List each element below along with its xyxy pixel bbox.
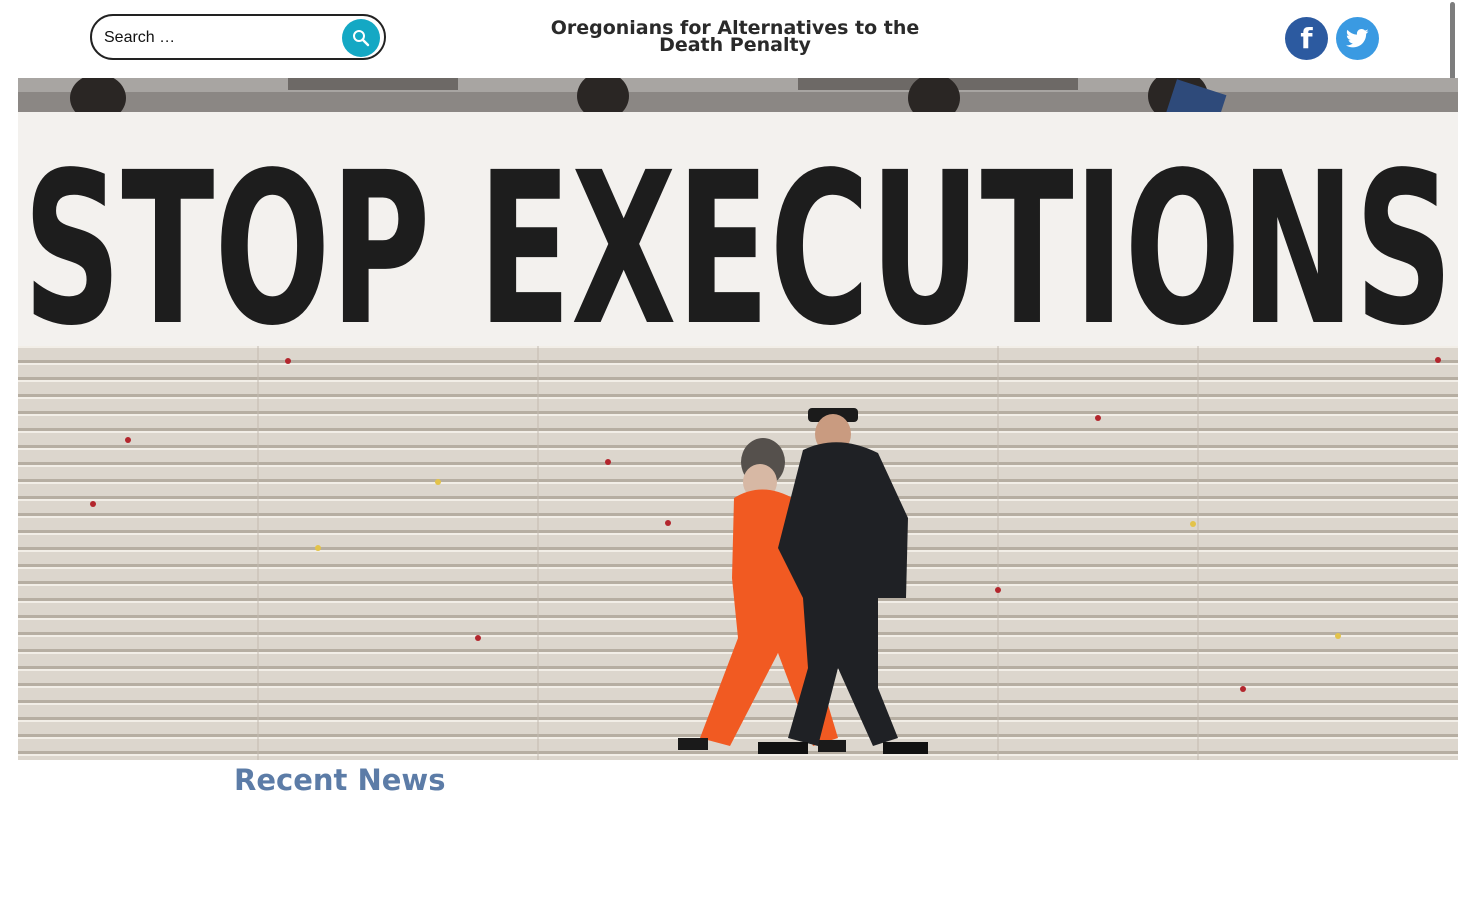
site-header: Oregonians for Alternatives to the Death…: [0, 0, 1458, 78]
facebook-icon: f: [1300, 22, 1313, 55]
recent-news-heading: Recent News: [234, 763, 446, 797]
banner-text: STOP EXECUTIONS: [23, 127, 1453, 372]
search-form: [90, 14, 386, 60]
twitter-icon: [1346, 29, 1369, 48]
hero-image: STOP EXECUTIONS: [18, 78, 1458, 760]
twitter-link[interactable]: [1336, 17, 1379, 60]
hero-photo: STOP EXECUTIONS: [18, 78, 1458, 760]
search-button[interactable]: [342, 19, 380, 57]
site-title[interactable]: Oregonians for Alternatives to the Death…: [530, 19, 940, 55]
search-input[interactable]: [104, 25, 336, 51]
facebook-link[interactable]: f: [1285, 17, 1328, 60]
search-icon: [353, 30, 370, 47]
